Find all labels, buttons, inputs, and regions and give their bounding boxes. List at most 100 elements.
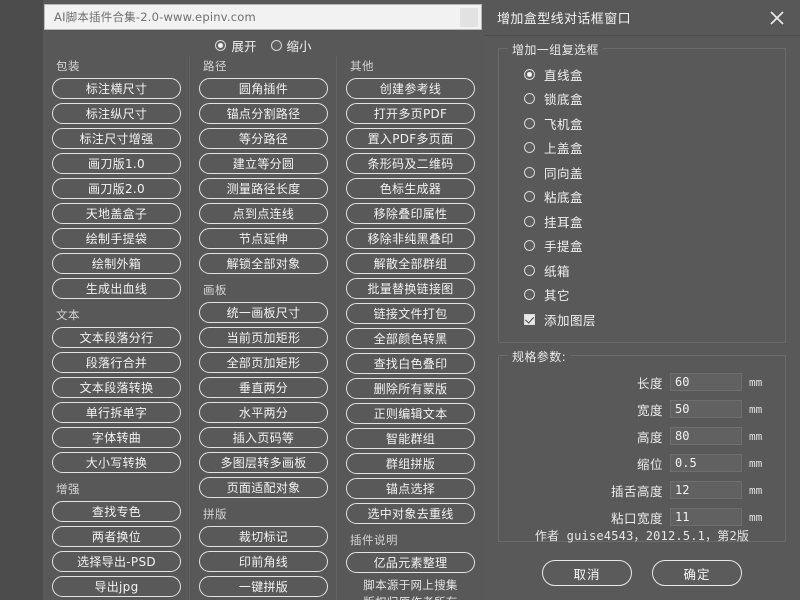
radio-icon[interactable]: [524, 215, 535, 227]
box-type-label: 上盖盒: [544, 141, 584, 157]
tool-button[interactable]: 两者换位: [52, 526, 181, 547]
tool-button[interactable]: 文本段落转换: [52, 377, 181, 398]
tool-button[interactable]: 测量路径长度: [199, 178, 328, 199]
box-type-option[interactable]: 直线盒: [511, 62, 773, 87]
tool-button[interactable]: 统一画板尺寸: [199, 302, 328, 323]
tool-button[interactable]: 裁切标记: [199, 526, 328, 547]
radio-icon[interactable]: [524, 264, 535, 276]
panel-title-swatch[interactable]: [460, 8, 478, 27]
radio-icon[interactable]: [524, 117, 535, 129]
tool-button[interactable]: 置入PDF多页面: [346, 128, 475, 149]
box-type-option[interactable]: 手提盒: [511, 234, 773, 259]
tool-button[interactable]: 查找专色: [52, 501, 181, 522]
box-type-option[interactable]: 粘底盒: [511, 185, 773, 210]
tool-button[interactable]: 字体转曲: [52, 427, 181, 448]
add-layer-checkbox-row[interactable]: 添加图层: [511, 307, 773, 332]
tool-button[interactable]: 多图层转多画板: [199, 452, 328, 473]
tool-button[interactable]: 全部页加矩形: [199, 352, 328, 373]
tool-button[interactable]: 页面适配对象: [199, 477, 328, 498]
close-icon[interactable]: [768, 9, 786, 27]
box-type-option[interactable]: 纸箱: [511, 258, 773, 283]
tool-button[interactable]: 段落行合并: [52, 352, 181, 373]
tool-button[interactable]: 删除所有蒙版: [346, 378, 475, 399]
tool-button[interactable]: 标注纵尺寸: [52, 103, 181, 124]
tool-button[interactable]: 画刀版1.0: [52, 153, 181, 174]
tool-button[interactable]: 当前页加矩形: [199, 327, 328, 348]
box-type-option[interactable]: 锁底盒: [511, 87, 773, 112]
tool-button[interactable]: 条形码及二维码: [346, 153, 475, 174]
tool-button[interactable]: 链接文件打包: [346, 303, 475, 324]
tool-button[interactable]: 垂直两分: [199, 377, 328, 398]
tool-button[interactable]: 选中对象去重线: [346, 503, 475, 524]
radio-icon[interactable]: [524, 240, 535, 252]
tool-button[interactable]: 解锁全部对象: [199, 253, 328, 274]
tool-button[interactable]: 查找白色叠印: [346, 353, 475, 374]
tool-button[interactable]: 选择导出-PSD: [52, 551, 181, 572]
tool-button[interactable]: 正则编辑文本: [346, 403, 475, 424]
box-type-option[interactable]: 挂耳盒: [511, 209, 773, 234]
tool-button[interactable]: 创建参考线: [346, 78, 475, 99]
tool-group-title: 画板: [203, 283, 227, 297]
tool-button[interactable]: 建立等分圆: [199, 153, 328, 174]
tool-button[interactable]: 全部颜色转黑: [346, 328, 475, 349]
view-mode-option-expand[interactable]: 展开: [215, 36, 257, 55]
tool-button[interactable]: 批量替换链接图: [346, 278, 475, 299]
tool-button[interactable]: 文本段落分行: [52, 327, 181, 348]
tool-button[interactable]: 等分路径: [199, 128, 328, 149]
tool-button[interactable]: 大小写转换: [52, 452, 181, 473]
tool-button[interactable]: 解散全部群组: [346, 253, 475, 274]
tool-button[interactable]: 锚点选择: [346, 478, 475, 499]
tool-button[interactable]: 标注横尺寸: [52, 78, 181, 99]
checkbox-icon-add-layer[interactable]: [524, 313, 535, 325]
spec-param-label: 粘口宽度: [610, 510, 663, 526]
tool-button[interactable]: 生成出血线: [52, 278, 181, 299]
tool-button[interactable]: 单行拆单字: [52, 402, 181, 423]
box-type-option[interactable]: 飞机盒: [511, 111, 773, 136]
tool-button[interactable]: 亿品元素整理: [346, 552, 475, 573]
tool-button[interactable]: 智能群组: [346, 428, 475, 449]
tool-button[interactable]: 节点延伸: [199, 228, 328, 249]
radio-icon[interactable]: [524, 142, 535, 154]
tool-button[interactable]: 群组拼版: [346, 453, 475, 474]
panel-title-field[interactable]: AI脚本插件合集-2.0-www.epinv.com: [44, 4, 482, 30]
tool-button[interactable]: 圆角插件: [199, 78, 328, 99]
spec-param-input[interactable]: 0.5: [670, 454, 742, 472]
radio-icon-collapse[interactable]: [270, 39, 282, 51]
radio-icon[interactable]: [524, 93, 535, 105]
radio-icon[interactable]: [524, 289, 535, 301]
tool-button[interactable]: 绘制手提袋: [52, 228, 181, 249]
tool-button[interactable]: 绘制外箱: [52, 253, 181, 274]
cancel-button[interactable]: 取消: [542, 560, 632, 586]
radio-icon[interactable]: [524, 166, 535, 178]
box-type-fieldset: 增加一组复选框 直线盒 锁底盒 飞机盒 上盖盒 同向盖 粘底盒 挂耳盒 手提盒 纸箱 其它 添加图…: [498, 41, 786, 343]
tool-button[interactable]: 一键拼版: [199, 576, 328, 597]
tool-button[interactable]: 打开多页PDF: [346, 103, 475, 124]
spec-param-input[interactable]: 50: [670, 400, 742, 418]
spec-param-input[interactable]: 60: [670, 373, 742, 391]
spec-param-input[interactable]: 12: [670, 481, 742, 499]
radio-icon[interactable]: [524, 68, 535, 80]
spec-param-input[interactable]: 11: [670, 508, 742, 526]
radio-icon-expand[interactable]: [215, 39, 227, 51]
confirm-button[interactable]: 确定: [652, 560, 742, 586]
tool-button[interactable]: 锚点分割路径: [199, 103, 328, 124]
spec-param-label: 宽度: [636, 402, 663, 418]
box-type-option[interactable]: 上盖盒: [511, 136, 773, 161]
tool-button[interactable]: 移除非纯黑叠印: [346, 228, 475, 249]
tool-button[interactable]: 色标生成器: [346, 178, 475, 199]
tool-button[interactable]: 印前角线: [199, 551, 328, 572]
dialog-title-bar: 增加盒型线对话框窗口: [484, 0, 800, 36]
tool-button[interactable]: 标注尺寸增强: [52, 128, 181, 149]
tool-button[interactable]: 天地盖盒子: [52, 203, 181, 224]
tool-button[interactable]: 导出jpg: [52, 576, 181, 597]
tool-button[interactable]: 画刀版2.0: [52, 178, 181, 199]
tool-button[interactable]: 插入页码等: [199, 427, 328, 448]
spec-param-input[interactable]: 80: [670, 427, 742, 445]
box-type-option[interactable]: 同向盖: [511, 160, 773, 185]
view-mode-option-collapse[interactable]: 缩小: [270, 36, 312, 55]
tool-button[interactable]: 点到点连线: [199, 203, 328, 224]
box-type-option[interactable]: 其它: [511, 283, 773, 308]
tool-button[interactable]: 移除叠印属性: [346, 203, 475, 224]
radio-icon[interactable]: [524, 191, 535, 203]
tool-button[interactable]: 水平两分: [199, 402, 328, 423]
